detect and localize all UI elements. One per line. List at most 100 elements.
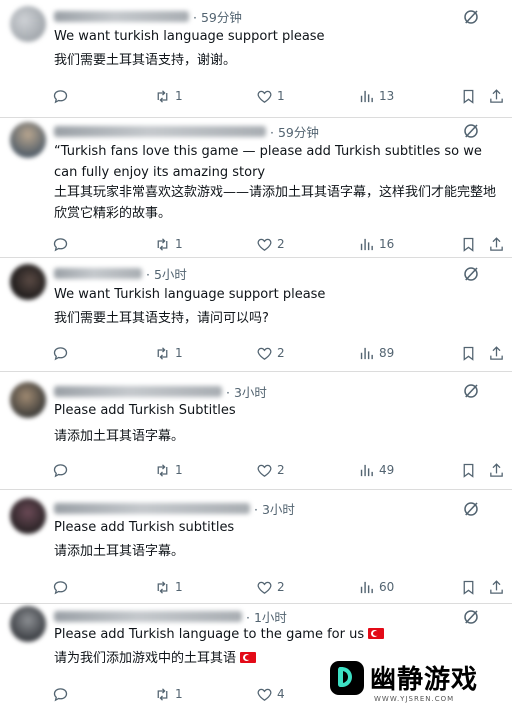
share-button[interactable] bbox=[488, 577, 505, 597]
views-count: 60 bbox=[379, 580, 395, 594]
reply-button[interactable] bbox=[52, 577, 69, 597]
bookmark-button[interactable] bbox=[460, 234, 477, 254]
reply-button[interactable] bbox=[52, 684, 69, 704]
reply-icon bbox=[53, 346, 68, 360]
tweet-text-en: We want turkish language support please bbox=[54, 29, 325, 44]
reply-button[interactable] bbox=[52, 343, 69, 363]
bookmark-button[interactable] bbox=[460, 460, 477, 480]
bookmark-button[interactable] bbox=[460, 577, 477, 597]
timestamp[interactable]: · 59分钟 bbox=[270, 122, 319, 141]
tweet-text-cn-body: 请为我们添加游戏中的土耳其语 bbox=[54, 651, 237, 666]
views-icon bbox=[360, 464, 373, 476]
tweet-text-cn: 我们需要土耳其语支持，请问可以吗? bbox=[54, 311, 269, 326]
retweet-button[interactable]: 1 bbox=[154, 577, 183, 597]
tweet-text-cn: 请添加土耳其语字幕。 bbox=[54, 544, 185, 559]
turkey-flag-icon bbox=[240, 652, 257, 663]
watermark-brand: 幽静游戏 bbox=[370, 665, 479, 695]
views-icon bbox=[360, 347, 373, 359]
views-button[interactable]: 13 bbox=[358, 86, 394, 106]
views-button[interactable]: 49 bbox=[358, 460, 394, 480]
heart-icon bbox=[257, 238, 272, 251]
avatar[interactable] bbox=[10, 606, 46, 642]
tweet-3[interactable]: · 5小时 We want Turkish language support p… bbox=[0, 258, 512, 372]
user-name[interactable] bbox=[54, 125, 266, 137]
share-button[interactable] bbox=[488, 460, 505, 480]
share-button[interactable] bbox=[488, 234, 505, 254]
like-button[interactable]: 1 bbox=[256, 86, 285, 106]
avatar[interactable] bbox=[10, 6, 46, 42]
share-icon bbox=[490, 236, 503, 251]
user-name[interactable] bbox=[54, 385, 222, 397]
retweet-icon bbox=[157, 463, 168, 477]
tweet-text-en: Please add Turkish language to the game … bbox=[54, 624, 504, 645]
timestamp[interactable]: · 3小时 bbox=[226, 382, 267, 401]
like-button[interactable]: 4 bbox=[256, 684, 285, 704]
views-icon bbox=[360, 90, 373, 102]
user-name[interactable] bbox=[54, 610, 242, 622]
turkey-flag-icon bbox=[368, 628, 385, 639]
like-button[interactable]: 2 bbox=[256, 577, 285, 597]
user-name[interactable] bbox=[54, 10, 189, 22]
retweet-icon bbox=[157, 89, 168, 103]
avatar[interactable] bbox=[10, 382, 46, 418]
like-count: 2 bbox=[277, 346, 285, 360]
bookmark-button[interactable] bbox=[460, 343, 477, 363]
user-name[interactable] bbox=[54, 502, 250, 514]
tweet-1[interactable]: · 59分钟 We want turkish language support … bbox=[0, 0, 512, 118]
retweet-button[interactable]: 1 bbox=[154, 684, 183, 704]
retweet-button[interactable]: 1 bbox=[154, 86, 183, 106]
views-count: 49 bbox=[379, 463, 395, 477]
watermark-url: WWW.YJSREN.COM bbox=[374, 695, 455, 703]
grok-icon[interactable] bbox=[462, 265, 480, 283]
avatar[interactable] bbox=[10, 122, 46, 158]
timestamp[interactable]: · 3小时 bbox=[254, 499, 295, 518]
grok-icon[interactable] bbox=[462, 500, 480, 518]
views-count: 13 bbox=[379, 89, 395, 103]
timestamp[interactable]: · 5小时 bbox=[146, 264, 187, 283]
timestamp[interactable]: · 59分钟 bbox=[193, 7, 242, 26]
reply-button[interactable] bbox=[52, 460, 69, 480]
heart-icon bbox=[257, 688, 272, 701]
bookmark-button[interactable] bbox=[460, 86, 477, 106]
action-bar: 1 2 16 bbox=[52, 234, 504, 254]
avatar[interactable] bbox=[10, 498, 46, 534]
more-icon[interactable] bbox=[494, 10, 508, 24]
views-icon bbox=[360, 238, 373, 250]
share-button[interactable] bbox=[488, 343, 505, 363]
retweet-button[interactable]: 1 bbox=[154, 234, 183, 254]
tweet-text-cn: 请添加土耳其语字幕。 bbox=[54, 429, 185, 444]
share-button[interactable] bbox=[488, 86, 505, 106]
like-button[interactable]: 2 bbox=[256, 343, 285, 363]
timestamp[interactable]: · 1小时 bbox=[246, 607, 287, 626]
tweet-text-en: Please add Turkish Subtitles bbox=[54, 403, 236, 418]
like-count: 2 bbox=[277, 237, 285, 251]
tweet-4[interactable]: · 3小时 Please add Turkish Subtitles 请添加土耳… bbox=[0, 372, 512, 490]
views-button[interactable]: 16 bbox=[358, 234, 394, 254]
share-icon bbox=[490, 462, 503, 477]
reply-icon bbox=[53, 237, 68, 251]
retweet-count: 1 bbox=[175, 346, 183, 360]
tweet-2[interactable]: · 59分钟 “Turkish fans love this game — pl… bbox=[0, 118, 512, 258]
grok-icon[interactable] bbox=[462, 122, 480, 140]
grok-icon[interactable] bbox=[462, 382, 480, 400]
views-button[interactable]: 60 bbox=[358, 577, 394, 597]
grok-icon[interactable] bbox=[462, 8, 480, 26]
like-button[interactable]: 2 bbox=[256, 234, 285, 254]
action-bar: 1 2 49 bbox=[52, 460, 504, 480]
tweet-text-cn: 土耳其玩家非常喜欢这款游戏——请添加土耳其语字幕，这样我们才能完整地欣赏它精彩的… bbox=[54, 185, 497, 221]
user-name[interactable] bbox=[54, 267, 142, 279]
tweet-text-en-body: Please add Turkish language to the game … bbox=[54, 627, 365, 642]
like-button[interactable]: 2 bbox=[256, 460, 285, 480]
retweet-button[interactable]: 1 bbox=[154, 343, 183, 363]
action-bar: 1 2 60 bbox=[52, 577, 504, 597]
tweet-text-en: Please add Turkish subtitles bbox=[54, 520, 235, 535]
reply-button[interactable] bbox=[52, 234, 69, 254]
views-count: 16 bbox=[379, 237, 395, 251]
reply-button[interactable] bbox=[52, 86, 69, 106]
avatar[interactable] bbox=[10, 264, 46, 300]
retweet-button[interactable]: 1 bbox=[154, 460, 183, 480]
tweet-5[interactable]: · 3小时 Please add Turkish subtitles 请添加土耳… bbox=[0, 490, 512, 604]
views-button[interactable]: 89 bbox=[358, 343, 394, 363]
heart-icon bbox=[257, 347, 272, 360]
share-icon bbox=[490, 345, 503, 360]
